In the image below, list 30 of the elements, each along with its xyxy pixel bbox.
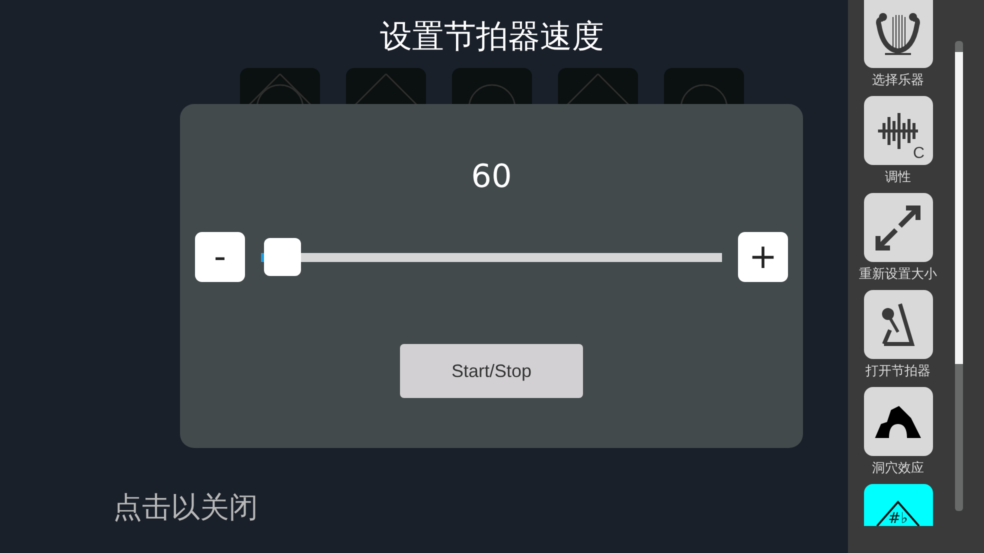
triangle-outline-icon [565, 73, 631, 104]
dialog-title: 设置节拍器速度 [379, 16, 605, 57]
sound-wave-icon [876, 112, 920, 148]
resize-icon [874, 204, 922, 252]
scrollbar[interactable] [955, 41, 963, 511]
tool-label: 调性 [885, 169, 911, 187]
triangle-outline-icon [247, 73, 313, 104]
tool-button[interactable]: #♭ [864, 484, 932, 526]
tool-button[interactable] [864, 387, 932, 456]
scrollbar-thumb[interactable] [955, 52, 963, 364]
minus-button[interactable]: - [195, 232, 245, 282]
tool-label: 洞穴效应 [872, 460, 924, 478]
cave-icon [873, 404, 923, 440]
circle-outline-icon [680, 84, 728, 104]
close-hint[interactable]: 点击以关闭 [113, 487, 258, 527]
tool-button[interactable] [864, 0, 932, 68]
start-stop-button[interactable]: Start/Stop [400, 344, 583, 398]
tool-button[interactable]: C [864, 96, 932, 165]
tool-label: 选择乐器 [872, 72, 924, 90]
tempo-slider[interactable] [260, 238, 722, 276]
key-label: C [912, 145, 924, 163]
triangle-outline-icon [353, 73, 419, 104]
tempo-value: 60 [471, 156, 512, 196]
circle-outline-icon [468, 84, 516, 104]
tool-label: 重新设置大小 [859, 266, 937, 284]
tool-button[interactable] [864, 193, 932, 262]
slider-thumb[interactable] [264, 238, 301, 276]
plus-button[interactable]: + [738, 232, 788, 282]
tool-label: 打开节拍器 [866, 363, 930, 381]
tool-button[interactable] [864, 290, 932, 359]
